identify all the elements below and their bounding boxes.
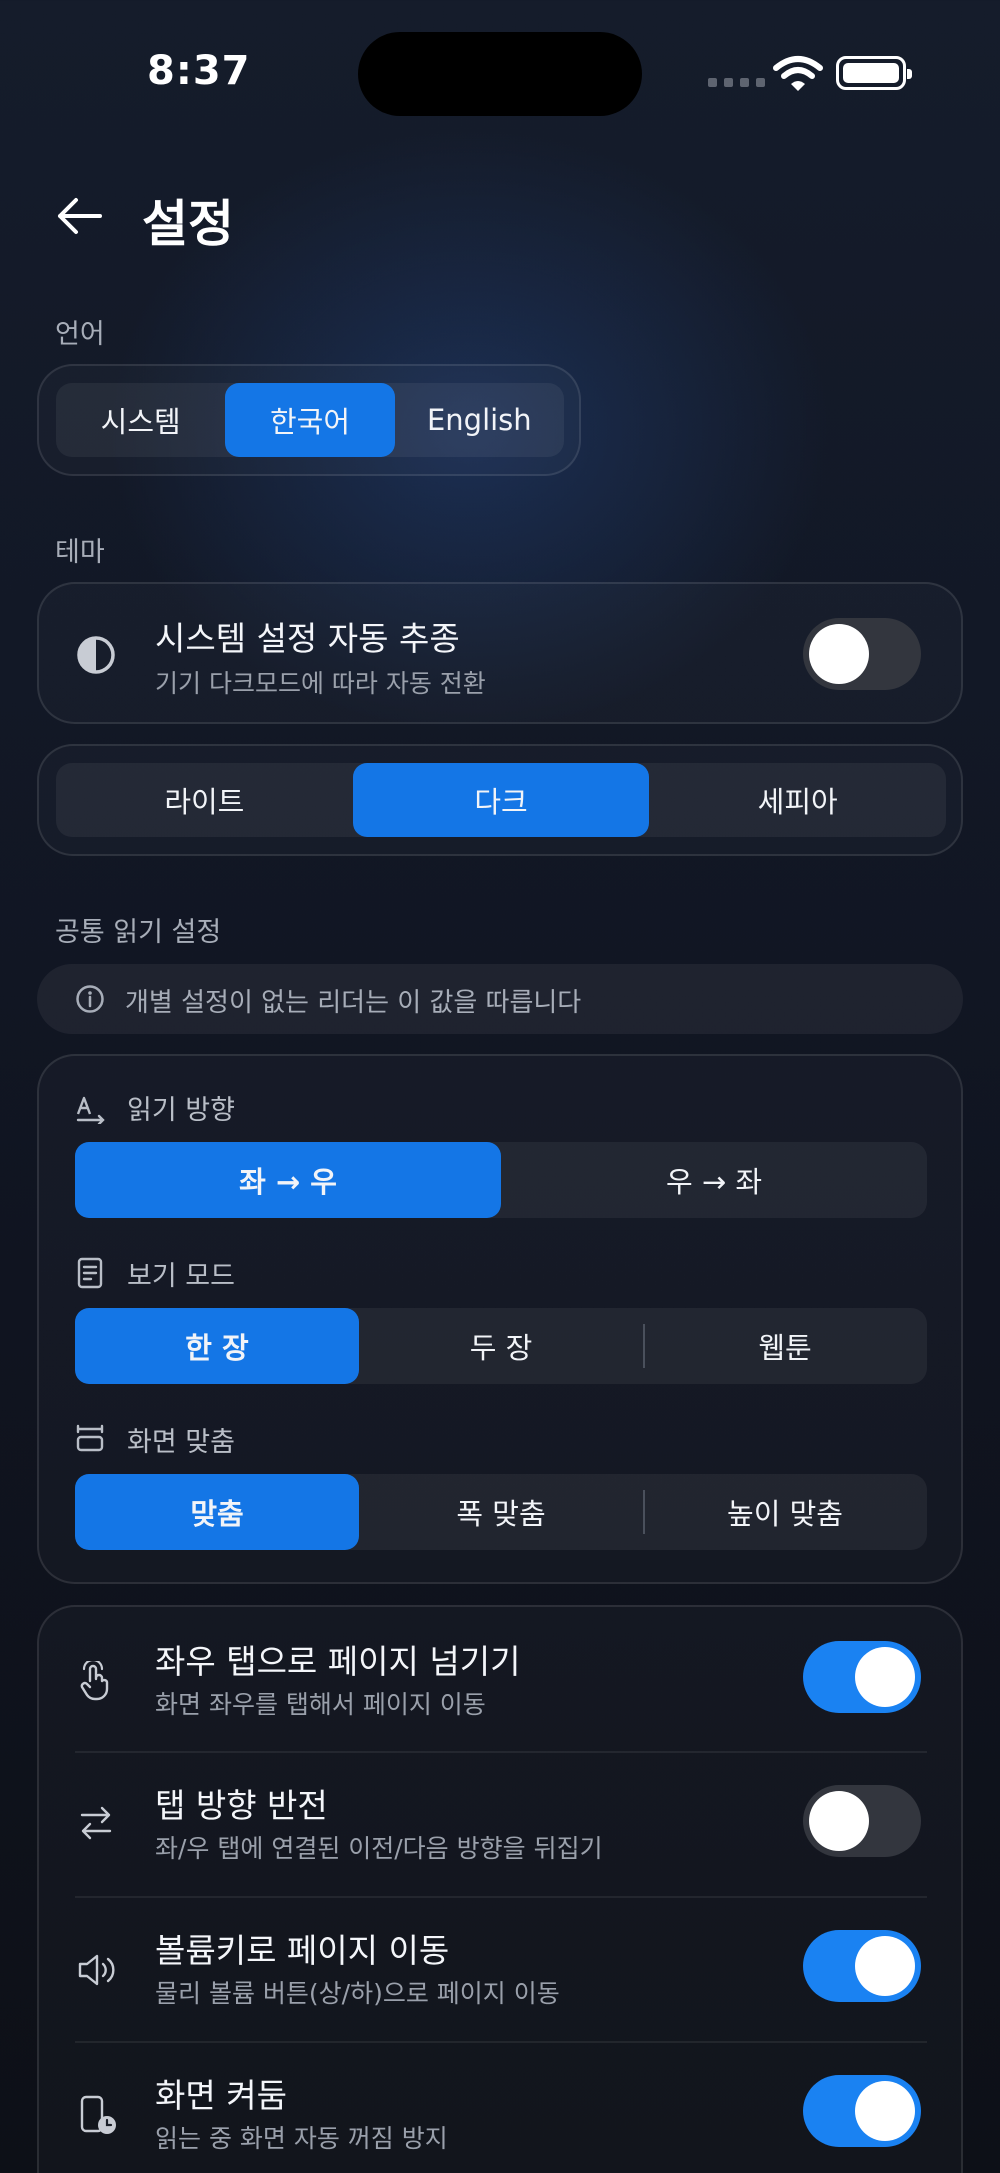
theme-card: 라이트 다크 세피아 — [37, 744, 963, 856]
view-mode-segmented-control: 한 장 두 장 웹툰 — [75, 1308, 927, 1384]
tap-hand-icon — [80, 1661, 109, 1701]
text-direction-icon — [76, 1096, 105, 1124]
view-mode-option-single[interactable]: 한 장 — [75, 1308, 359, 1384]
direction-option-ltr[interactable]: 좌 → 우 — [75, 1142, 501, 1218]
fit-option-fit[interactable]: 맞춤 — [75, 1474, 359, 1550]
follow-system-subtitle: 기기 다크모드에 따라 자동 전환 — [155, 669, 486, 698]
speaker-icon — [78, 1954, 115, 1986]
view-mode-label: 보기 모드 — [127, 1261, 235, 1292]
fit-label: 화면 맞춤 — [127, 1427, 235, 1458]
control-row-keep-screen-on[interactable]: 화면 켜둠 읽는 중 화면 자동 꺼짐 방지 — [39, 2043, 965, 2173]
language-card: 시스템 한국어 English — [37, 364, 581, 476]
control-row-volume-keys[interactable]: 볼륨키로 페이지 이동 물리 볼륨 버튼(상/하)으로 페이지 이동 — [39, 1898, 965, 2040]
follow-system-toggle[interactable] — [803, 618, 921, 690]
section-label-theme: 테마 — [55, 537, 105, 568]
control-title: 탭 방향 반전 — [155, 1786, 328, 1825]
control-subtitle: 물리 볼륨 버튼(상/하)으로 페이지 이동 — [155, 1979, 560, 2008]
tap-pages-toggle[interactable] — [803, 1641, 921, 1713]
follow-system-card[interactable]: 시스템 설정 자동 추종 기기 다크모드에 따라 자동 전환 — [37, 582, 963, 724]
theme-option-sepia[interactable]: 세피아 — [649, 763, 946, 837]
reading-direction-label: 읽기 방향 — [127, 1095, 235, 1126]
fit-option-height[interactable]: 높이 맞춤 — [643, 1474, 927, 1550]
theme-option-dark[interactable]: 다크 — [352, 763, 650, 837]
view-mode-option-webtoon[interactable]: 웹툰 — [643, 1308, 927, 1384]
control-row-tap-pages[interactable]: 좌우 탭으로 페이지 넘기기 화면 좌우를 탭해서 페이지 이동 — [39, 1607, 965, 1751]
volume-keys-toggle[interactable] — [803, 1930, 921, 2002]
phone-clock-icon — [80, 2095, 116, 2134]
keep-screen-on-toggle[interactable] — [803, 2075, 921, 2147]
reading-settings-card: 읽기 방향 좌 → 우 우 → 좌 보기 모드 한 장 두 장 웹툰 화면 맞춤… — [37, 1054, 963, 1584]
swap-arrows-icon — [80, 1806, 112, 1840]
theme-segmented-control: 라이트 다크 세피아 — [56, 763, 946, 837]
fit-option-width[interactable]: 폭 맞춤 — [359, 1474, 643, 1550]
controls-card: 좌우 탭으로 페이지 넘기기 화면 좌우를 탭해서 페이지 이동 탭 방향 반전… — [37, 1605, 963, 2173]
battery-icon — [836, 56, 912, 90]
info-icon — [76, 985, 104, 1013]
dynamic-island — [358, 32, 642, 116]
document-icon — [77, 1257, 103, 1289]
back-arrow-icon[interactable] — [56, 196, 102, 236]
control-row-invert-tap[interactable]: 탭 방향 반전 좌/우 탭에 연결된 이전/다음 방향을 뒤집기 — [39, 1753, 965, 1895]
control-subtitle: 화면 좌우를 탭해서 페이지 이동 — [155, 1690, 486, 1719]
fit-segmented-control: 맞춤 폭 맞춤 높이 맞춤 — [75, 1474, 927, 1550]
language-option-english[interactable]: English — [395, 383, 564, 457]
section-label-reading: 공통 읽기 설정 — [55, 917, 222, 948]
status-time: 8:37 — [147, 48, 251, 94]
fit-screen-icon — [76, 1424, 104, 1452]
direction-option-rtl[interactable]: 우 → 좌 — [501, 1142, 927, 1218]
control-title: 화면 켜둠 — [155, 2076, 287, 2115]
theme-option-light[interactable]: 라이트 — [56, 763, 353, 837]
control-title: 볼륨키로 페이지 이동 — [155, 1931, 450, 1970]
reading-direction-segmented-control: 좌 → 우 우 → 좌 — [75, 1142, 927, 1218]
language-segmented-control: 시스템 한국어 English — [56, 383, 564, 457]
cellular-signal-icon — [708, 78, 765, 87]
info-text: 개별 설정이 없는 리더는 이 값을 따릅니다 — [125, 988, 582, 1018]
invert-tap-toggle[interactable] — [803, 1785, 921, 1857]
control-subtitle: 읽는 중 화면 자동 꺼짐 방지 — [155, 2124, 448, 2153]
section-label-language: 언어 — [55, 319, 105, 350]
view-mode-option-double[interactable]: 두 장 — [359, 1308, 643, 1384]
language-option-korean[interactable]: 한국어 — [225, 383, 395, 457]
follow-system-title: 시스템 설정 자동 추종 — [155, 619, 460, 658]
wifi-icon — [773, 56, 823, 91]
info-banner: 개별 설정이 없는 리더는 이 값을 따릅니다 — [37, 964, 963, 1034]
control-subtitle: 좌/우 탭에 연결된 이전/다음 방향을 뒤집기 — [155, 1834, 603, 1863]
control-title: 좌우 탭으로 페이지 넘기기 — [155, 1642, 521, 1681]
page-title: 설정 — [142, 195, 234, 253]
half-circle-contrast-icon — [77, 636, 115, 674]
language-option-system[interactable]: 시스템 — [56, 383, 225, 457]
